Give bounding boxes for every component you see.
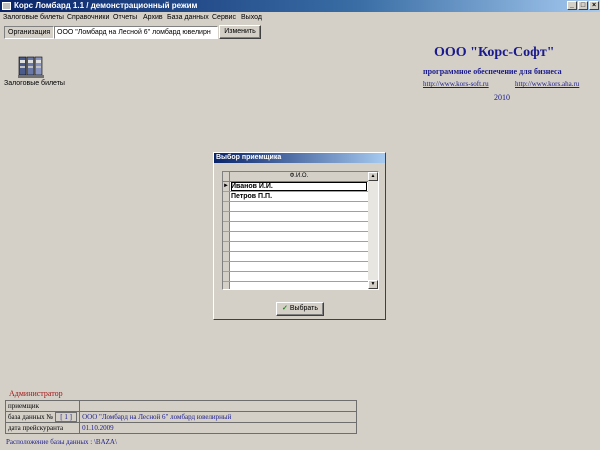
menu-bar: Залоговые билеты Справочники Отчеты Архи… — [0, 12, 600, 23]
price-list-date-value: 01.10.2009 — [79, 422, 357, 434]
company-link-2[interactable]: http://www.kors.aha.ru — [515, 80, 579, 88]
row-indicator-icon: ► — [223, 182, 230, 191]
close-button[interactable]: × — [589, 1, 599, 10]
menu-pledge-tickets[interactable]: Залоговые билеты — [3, 13, 64, 22]
select-button-label: Выбрать — [289, 305, 319, 312]
grid-header: Ф.И.О. — [223, 172, 368, 182]
company-name: ООО "Корс-Софт" — [434, 45, 555, 60]
column-header-fio[interactable]: Ф.И.О. — [230, 172, 368, 181]
receiver-name[interactable]: Петров П.П. — [231, 192, 367, 201]
table-row[interactable] — [223, 202, 368, 212]
company-link-1[interactable]: http://www.kors-soft.ru — [423, 80, 489, 88]
table-row[interactable] — [223, 252, 368, 262]
current-user: Администратор — [9, 389, 63, 398]
receiver-value — [79, 400, 357, 412]
company-subtitle: программное обеспечение для бизнеса — [423, 67, 562, 76]
scroll-down-icon[interactable]: ▼ — [368, 280, 378, 289]
table-row[interactable] — [223, 232, 368, 242]
status-table: приемщик база данных №[ 1 ] ООО "Ломбард… — [4, 400, 357, 434]
receiver-label: приемщик — [4, 400, 81, 412]
organization-label: Организация — [4, 26, 55, 39]
price-list-date-label: дата прейскуранта — [4, 422, 81, 434]
menu-reports[interactable]: Отчеты — [113, 13, 137, 22]
organization-field[interactable]: ООО "Ломбард на Лесной 6" ломбард ювелир… — [54, 26, 218, 39]
database-location: Расположение базы данных : \BAZA\ — [6, 438, 117, 446]
table-row[interactable]: Петров П.П. — [223, 192, 368, 202]
receiver-selection-dialog: Выбор приемщика Ф.И.О. ► Иванов И.И. Пет… — [213, 152, 386, 320]
app-icon — [2, 2, 11, 10]
database-label: база данных № — [8, 413, 54, 421]
database-number: [ 1 ] — [55, 412, 78, 422]
select-button[interactable]: ✓ Выбрать — [276, 302, 324, 316]
change-organization-button[interactable]: Изменить — [219, 25, 261, 39]
minimize-button[interactable]: _ — [567, 1, 577, 10]
receiver-name[interactable]: Иванов И.И. — [231, 182, 367, 191]
menu-database[interactable]: База данных — [167, 13, 209, 22]
grid-scrollbar[interactable]: ▲ ▼ — [368, 172, 378, 289]
window-title: Корс Ломбард 1.1 / демонстрационный режи… — [14, 1, 198, 10]
company-year: 2010 — [494, 93, 510, 102]
table-row[interactable] — [223, 262, 368, 272]
menu-exit[interactable]: Выход — [241, 13, 262, 22]
receiver-grid[interactable]: Ф.И.О. ► Иванов И.И. Петров П.П. ▲ ▼ — [222, 171, 379, 290]
table-row[interactable] — [223, 242, 368, 252]
pledge-tickets-icon-label: Залоговые билеты — [4, 80, 65, 87]
title-bar: Корс Ломбард 1.1 / демонстрационный режи… — [0, 0, 600, 12]
menu-service[interactable]: Сервис — [212, 13, 236, 22]
scroll-up-icon[interactable]: ▲ — [368, 172, 378, 181]
menu-archive[interactable]: Архив — [143, 13, 163, 22]
maximize-button[interactable]: □ — [578, 1, 588, 10]
table-row[interactable] — [223, 212, 368, 222]
checkmark-icon: ✓ — [281, 305, 288, 312]
table-row[interactable]: ► Иванов И.И. — [223, 182, 368, 192]
menu-directories[interactable]: Справочники — [67, 13, 109, 22]
table-row[interactable] — [223, 222, 368, 232]
dialog-title: Выбор приемщика — [214, 153, 385, 163]
table-row[interactable] — [223, 282, 368, 289]
table-row[interactable] — [223, 272, 368, 282]
pledge-tickets-icon[interactable] — [18, 55, 46, 79]
database-value: ООО "Ломбард на Лесной 6" ломбард ювелир… — [79, 411, 357, 423]
